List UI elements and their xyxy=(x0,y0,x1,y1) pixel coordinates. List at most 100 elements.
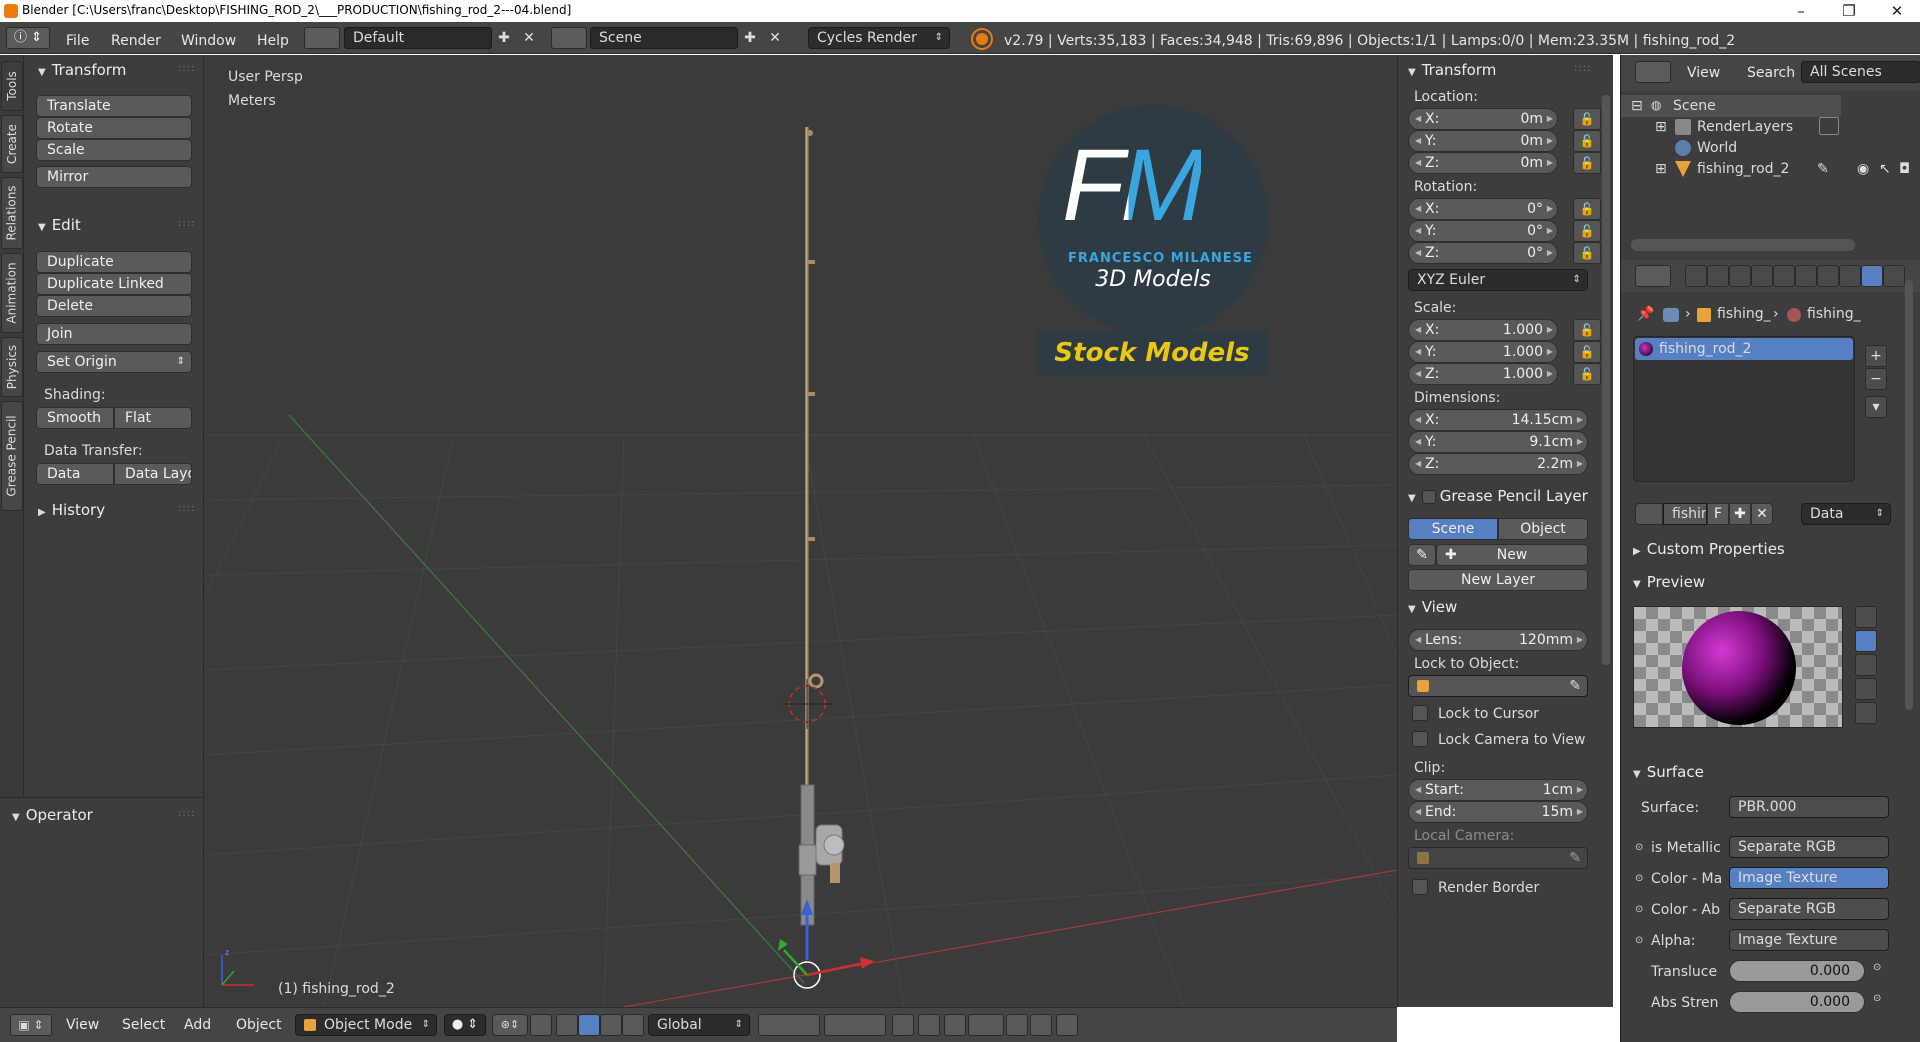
panel-grip-icon[interactable]: :::: xyxy=(178,503,195,514)
lock-icon[interactable]: 🔓 xyxy=(1573,198,1601,220)
tab-create[interactable]: Create xyxy=(1,115,23,173)
outliner-item-world[interactable]: World xyxy=(1697,140,1737,156)
layer-lock-icon[interactable] xyxy=(892,1014,914,1036)
preview-hair-icon[interactable] xyxy=(1855,702,1877,724)
dimension-x-field[interactable]: ◀ X: 14.15cm ▶ xyxy=(1408,409,1588,431)
rotation-x-field[interactable]: ◀ X: 0° ▶ xyxy=(1408,198,1558,220)
lock-icon[interactable]: 🔓 xyxy=(1573,130,1601,152)
eyedropper-icon[interactable]: ✎ xyxy=(1569,676,1581,696)
preview-cube-icon[interactable] xyxy=(1855,654,1877,676)
tab-relations[interactable]: Relations xyxy=(1,177,23,249)
flat-button[interactable]: Flat xyxy=(114,407,192,429)
scale-z-field[interactable]: ◀ Z: 1.000 ▶ xyxy=(1408,363,1558,385)
pencil-icon[interactable]: ✎ xyxy=(1408,544,1436,566)
input-link-icon[interactable]: ⊙ xyxy=(1635,842,1643,853)
location-z-field[interactable]: ◀ Z: 0m ▶ xyxy=(1408,152,1558,174)
rotation-z-field[interactable]: ◀ Z: 0° ▶ xyxy=(1408,242,1558,264)
new-grease-button[interactable]: ✚ New xyxy=(1436,544,1588,566)
lock-icon[interactable]: 🔓 xyxy=(1573,220,1601,242)
custom-properties-header[interactable]: ▶ Custom Properties xyxy=(1633,540,1785,558)
data-layout-button[interactable]: Data Layo xyxy=(114,463,192,485)
manipulator-toggle-icon[interactable] xyxy=(530,1014,552,1036)
fake-user-button[interactable]: F xyxy=(1707,503,1729,525)
screen-layout-field[interactable]: Default xyxy=(344,27,492,49)
renderlayer-settings-icon[interactable] xyxy=(1819,117,1839,135)
visibility-eye-icon[interactable]: ◉ xyxy=(1857,161,1869,177)
add-layout-icon[interactable]: ✚ xyxy=(493,27,515,49)
maximize-button[interactable]: ❐ xyxy=(1828,0,1870,22)
outliner-item-renderlayers[interactable]: RenderLayers xyxy=(1697,119,1793,135)
menu-view[interactable]: View xyxy=(66,1017,99,1033)
scale-button[interactable]: Scale xyxy=(36,139,192,161)
outliner-menu-search[interactable]: Search xyxy=(1747,65,1795,81)
scene-tab-icon[interactable] xyxy=(1729,265,1751,287)
snap-element-icon[interactable] xyxy=(968,1014,1004,1036)
combined-manipulator-icon[interactable] xyxy=(622,1014,644,1036)
breadcrumb-object[interactable]: fishing_ xyxy=(1717,306,1771,322)
menu-object[interactable]: Object xyxy=(236,1017,282,1033)
tab-grease-pencil[interactable]: Grease Pencil xyxy=(1,401,23,511)
scale-x-field[interactable]: ◀ X: 1.000 ▶ xyxy=(1408,319,1558,341)
data-tab-icon[interactable] xyxy=(1839,265,1861,287)
lock-icon[interactable]: 🔓 xyxy=(1573,341,1601,363)
lock-cursor-checkbox[interactable] xyxy=(1412,705,1428,721)
properties-editor-type-icon[interactable] xyxy=(1635,265,1671,287)
translate-manipulator-icon[interactable] xyxy=(556,1014,578,1036)
info-editor-type-button[interactable]: ⓘ ⇕ xyxy=(6,27,50,49)
panel-grip-icon[interactable]: :::: xyxy=(1574,63,1591,74)
render-camera-icon[interactable]: ◘ xyxy=(1899,161,1910,177)
material-tab-icon[interactable] xyxy=(1861,265,1883,287)
outliner-item-fishing-rod[interactable]: fishing_rod_2 xyxy=(1697,161,1789,177)
expand-icon[interactable]: ⊞ xyxy=(1655,161,1667,177)
grease-pencil-checkbox[interactable] xyxy=(1421,489,1436,504)
panel-grip-icon[interactable]: :::: xyxy=(178,218,195,229)
lens-field[interactable]: ◀ Lens: 120mm ▶ xyxy=(1408,629,1588,651)
lock-icon[interactable]: 🔓 xyxy=(1573,152,1601,174)
outliner-editor-type-icon[interactable] xyxy=(1635,61,1671,83)
breadcrumb-material[interactable]: fishing_ xyxy=(1807,306,1861,322)
duplicate-linked-button[interactable]: Duplicate Linked xyxy=(36,273,192,295)
view-panel-header[interactable]: ▼ View xyxy=(1408,598,1457,616)
lock-icon[interactable]: 🔓 xyxy=(1573,319,1601,341)
modifiers-tab-icon[interactable] xyxy=(1817,265,1839,287)
expand-scene-icon[interactable]: ⊟ xyxy=(1631,98,1643,114)
lock-object-field[interactable]: ✎ xyxy=(1408,675,1588,697)
eyedropper-icon[interactable]: ✎ xyxy=(1569,848,1581,868)
delete-button[interactable]: Delete xyxy=(36,295,192,317)
object-tab-icon[interactable] xyxy=(1773,265,1795,287)
lock-icon[interactable]: 🔓 xyxy=(1573,363,1601,385)
scene-field[interactable]: Scene xyxy=(590,27,738,49)
clapper-icon[interactable] xyxy=(1056,1014,1078,1036)
menu-window[interactable]: Window xyxy=(181,33,236,49)
surface-shader-select[interactable]: PBR.000 xyxy=(1729,796,1889,818)
snap-toggle-icon[interactable] xyxy=(944,1014,966,1036)
slot-menu-icon[interactable]: ▾ xyxy=(1865,396,1887,418)
join-button[interactable]: Join xyxy=(36,323,192,345)
outliner-scrollbar[interactable] xyxy=(1631,239,1855,251)
lock-camera-checkbox[interactable] xyxy=(1412,731,1428,747)
scale-manipulator-icon[interactable] xyxy=(600,1014,622,1036)
texture-tab-icon[interactable] xyxy=(1883,265,1905,287)
smooth-button[interactable]: Smooth xyxy=(36,407,114,429)
material-browse-icon[interactable] xyxy=(1635,503,1663,525)
rotation-mode-select[interactable]: XYZ Euler ⇕ xyxy=(1408,269,1588,291)
dimension-y-field[interactable]: ◀ Y: 9.1cm ▶ xyxy=(1408,431,1588,453)
n-transform-header[interactable]: ▼ Transform xyxy=(1408,61,1496,79)
translucency-slider[interactable]: 0.000 xyxy=(1729,960,1865,982)
opengl-render-icon[interactable] xyxy=(1006,1014,1028,1036)
pin-icon[interactable]: 📌 xyxy=(1637,306,1654,322)
set-origin-select[interactable]: Set Origin ⇕ xyxy=(36,351,192,373)
world-tab-icon[interactable] xyxy=(1751,265,1773,287)
pivot-point-icon[interactable]: ⊛⇕ xyxy=(492,1014,528,1036)
mirror-button[interactable]: Mirror xyxy=(36,166,192,188)
menu-file[interactable]: File xyxy=(66,33,89,49)
layers-grid-1[interactable] xyxy=(758,1014,820,1036)
lock-icon[interactable]: 🔓 xyxy=(1573,242,1601,264)
rotate-button[interactable]: Rotate xyxy=(36,117,192,139)
translate-button[interactable]: Translate xyxy=(36,95,192,117)
tab-tools[interactable]: Tools xyxy=(1,61,23,111)
edit-mesh-icon[interactable]: ✎ xyxy=(1817,161,1829,177)
add-slot-icon[interactable]: + xyxy=(1865,345,1887,367)
new-layer-button[interactable]: New Layer xyxy=(1408,569,1588,591)
preview-flat-icon[interactable] xyxy=(1855,606,1877,628)
